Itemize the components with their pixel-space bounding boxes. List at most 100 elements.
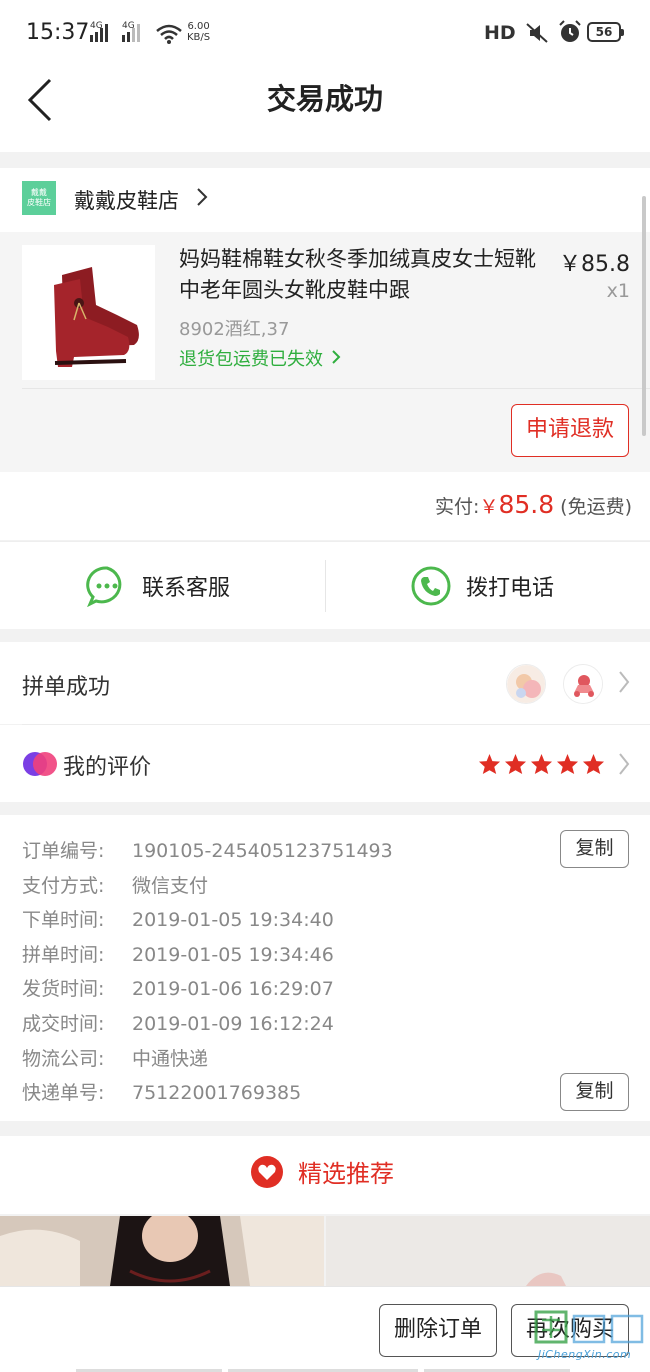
scrollbar[interactable] (642, 196, 646, 436)
order-number-value: 190105-245405123751493 (132, 840, 393, 862)
recommend-product-card[interactable] (326, 1216, 650, 1286)
battery-icon: 56 (587, 22, 624, 42)
call-phone-button[interactable]: 拨打电话 (410, 542, 554, 630)
divider (325, 560, 326, 612)
payment-summary: 实付:￥85.8 (免运费) (0, 472, 650, 540)
product-image (0, 1216, 324, 1286)
chevron-right-icon (332, 350, 341, 364)
shipping-note: (免运费) (560, 496, 632, 518)
paid-label: 实付: (435, 496, 480, 518)
star-icon (478, 753, 501, 775)
info-key: 物流公司: (22, 1048, 105, 1070)
mute-icon (526, 23, 548, 43)
divider (22, 388, 650, 389)
contact-service-button[interactable]: 联系客服 (86, 542, 230, 630)
shop-name: 戴戴皮鞋店 (74, 189, 179, 213)
ship-time-value: 2019-01-06 16:29:07 (132, 978, 334, 1000)
product-image (326, 1216, 650, 1286)
courier-row: 物流公司: 中通快递 (22, 1044, 208, 1071)
info-key: 成交时间: (22, 1013, 105, 1035)
chevron-right-icon (619, 671, 630, 693)
return-shipping-note[interactable]: 退货包运费已失效 (179, 345, 341, 371)
group-buy-label: 拼单成功 (22, 675, 111, 700)
deal-time-row: 成交时间: 2019-01-09 16:12:24 (22, 1009, 334, 1036)
signal-strength-icon-2 (122, 24, 140, 42)
shop-row[interactable]: 戴戴 皮鞋店 戴戴皮鞋店 (0, 168, 650, 232)
shop-logo-text-1: 戴戴 (31, 188, 47, 197)
shop-logo: 戴戴 皮鞋店 (22, 181, 56, 215)
paid-amount: 实付:￥85.8 (免运费) (435, 490, 632, 519)
courier-value: 中通快递 (132, 1048, 209, 1070)
info-key: 发货时间: (22, 978, 105, 1000)
group-time-row: 拼单时间: 2019-01-05 19:34:46 (22, 940, 334, 967)
group-time-value: 2019-01-05 19:34:46 (132, 944, 334, 966)
speed-value: 6.00 (187, 21, 210, 32)
paid-value: 85.8 (498, 490, 555, 519)
product-sku: 8902酒红,37 (179, 319, 290, 340)
page-title: 交易成功 (266, 82, 383, 116)
status-bar: 15:37 4G 4G 6.00 KB/S HD 56 (0, 0, 650, 64)
group-buy-row[interactable]: 拼单成功 (0, 642, 650, 724)
payment-method-row: 支付方式: 微信支付 (22, 871, 208, 898)
copy-order-number-button[interactable]: 复制 (560, 830, 629, 868)
product-item[interactable]: 妈妈鞋棉鞋女秋冬季加绒真皮女士短靴中老年圆头女靴皮鞋中跟 ￥85.8 x1 89… (0, 232, 650, 472)
signal-strength-icon (90, 24, 108, 42)
watermark-icon (534, 1310, 644, 1344)
info-key: 订单编号: (22, 840, 105, 862)
order-number-row: 订单编号: 190105-245405123751493 (22, 836, 393, 863)
order-time-value: 2019-01-05 19:34:40 (132, 909, 334, 931)
avatar (506, 664, 546, 704)
my-review-label: 我的评价 (63, 755, 152, 780)
ship-time-row: 发货时间: 2019-01-06 16:29:07 (22, 974, 334, 1001)
avatar (563, 664, 603, 704)
product-image (22, 245, 155, 380)
review-logo-icon (23, 752, 57, 776)
contact-service-label: 联系客服 (142, 576, 231, 601)
hd-voice-indicator: HD (484, 22, 516, 44)
nav-bar: 交易成功 (0, 64, 650, 152)
return-note-text: 退货包运费已失效 (179, 349, 323, 370)
product-title: 妈妈鞋棉鞋女秋冬季加绒真皮女士短靴中老年圆头女靴皮鞋中跟 (179, 247, 536, 302)
boot-image (54, 267, 139, 367)
order-time-row: 下单时间: 2019-01-05 19:34:40 (22, 905, 334, 932)
recommend-title: 精选推荐 (250, 1154, 394, 1189)
chevron-right-icon (619, 753, 630, 775)
heart-icon (251, 1155, 283, 1188)
alarm-icon (559, 20, 581, 42)
status-time: 15:37 (26, 20, 90, 45)
info-key: 快递单号: (22, 1082, 105, 1104)
watermark-logo: JiChengXin.com (532, 1308, 648, 1366)
order-info: 订单编号: 190105-245405123751493 复制 支付方式: 微信支付… (0, 815, 650, 1121)
rating-stars (478, 753, 605, 775)
delete-order-button[interactable]: 删除订单 (379, 1304, 497, 1357)
tracking-number-row: 快递单号: 75122001769385 (22, 1078, 301, 1105)
copy-tracking-number-button[interactable]: 复制 (560, 1073, 629, 1111)
wifi-icon (156, 24, 182, 44)
call-phone-label: 拨打电话 (466, 576, 555, 601)
info-key: 拼单时间: (22, 944, 105, 966)
tracking-number-value: 75122001769385 (132, 1082, 302, 1104)
watermark-text: JiChengXin.com (538, 1348, 632, 1361)
star-icon (504, 753, 527, 775)
refund-button[interactable]: 申请退款 (511, 404, 629, 457)
chevron-right-icon (197, 188, 208, 206)
chat-icon (86, 566, 122, 607)
payment-method-value: 微信支付 (132, 875, 209, 897)
speed-unit: KB/S (187, 32, 211, 43)
star-icon (530, 753, 553, 775)
product-quantity: x1 (606, 280, 630, 302)
my-review-row[interactable]: 我的评价 (0, 725, 650, 802)
paid-currency: ￥ (479, 496, 499, 518)
contact-row: 联系客服 拨打电话 (0, 541, 650, 629)
shop-logo-text-2: 皮鞋店 (27, 198, 51, 207)
star-icon (582, 753, 605, 775)
deal-time-value: 2019-01-09 16:12:24 (132, 1013, 334, 1035)
product-price: ￥85.8 (559, 252, 630, 277)
network-speed: 6.00 KB/S (187, 21, 210, 43)
info-key: 支付方式: (22, 875, 105, 897)
star-icon (556, 753, 579, 775)
recommend-title-text: 精选推荐 (298, 1160, 394, 1188)
info-key: 下单时间: (22, 909, 105, 931)
recommend-product-card[interactable] (0, 1216, 324, 1286)
phone-icon (411, 566, 451, 606)
